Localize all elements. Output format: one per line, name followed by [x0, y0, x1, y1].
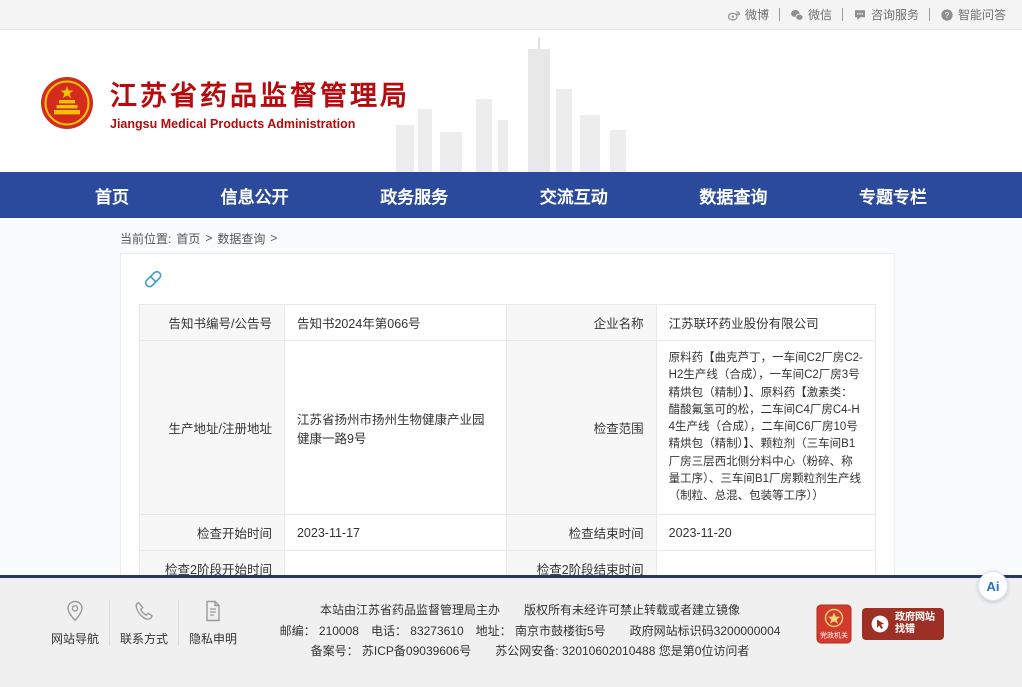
address-label: 生产地址/注册地址 [140, 341, 285, 515]
breadcrumb-home-link[interactable]: 首页 [176, 230, 200, 247]
inspection-end-label: 检查结束时间 [506, 515, 656, 551]
nav-item-home[interactable]: 首页 [95, 183, 129, 208]
error-report-text: 政府网站 找错 [895, 612, 935, 637]
main-nav: 首页 信息公开 政务服务 交流互动 数据查询 专题专栏 [0, 172, 1022, 218]
nav-item-special-topics[interactable]: 专题专栏 [859, 183, 927, 208]
smart-qa-link[interactable]: ? 智能问答 [940, 6, 1006, 23]
consult-service-label: 咨询服务 [871, 6, 919, 23]
smart-qa-icon: ? [940, 8, 954, 22]
company-name-value: 江苏联环药业股份有限公司 [656, 305, 875, 341]
topbar: 微博 微信 咨询服务 ? 智能问答 [0, 0, 1022, 30]
inspection-scope-value: 原料药【曲克芦丁，一车间C2厂房C2-H2生产线（合成），一车间C2厂房3号精烘… [656, 341, 875, 515]
capsule-icon [141, 267, 165, 291]
footer-line-icp: 备案号： 苏ICP备09039606号 苏公网安备: 3201060201048… [244, 641, 816, 662]
breadcrumb: 当前位置: 首页 > 数据查询 > [120, 226, 1022, 250]
nav-item-gov-services[interactable]: 政务服务 [380, 183, 448, 208]
agency-emblem-logo [40, 76, 94, 130]
site-footer: 网站导航 联系方式 隐私申明 本站由江苏省药品监督管理局主办 版权所有未经许可禁… [0, 575, 1022, 687]
brand-text: 江苏省药品监督管理局 Jiangsu Medical Products Admi… [110, 74, 410, 131]
inspection-scope-label: 检查范围 [506, 341, 656, 515]
weibo-label: 微博 [745, 6, 769, 23]
address-value: 江苏省扬州市扬州生物健康产业园健康一路9号 [284, 341, 506, 515]
ai-assistant-button[interactable]: Ai [978, 571, 1008, 601]
inspection-start-value: 2023-11-17 [284, 515, 506, 551]
nav-item-info-disclosure[interactable]: 信息公开 [221, 183, 289, 208]
footer-line-host: 本站由江苏省药品监督管理局主办 版权所有未经许可禁止转载或者建立镜像 [244, 600, 816, 621]
phone-icon [131, 598, 157, 624]
page: 微博 微信 咨询服务 ? 智能问答 [0, 0, 1022, 687]
site-error-report-badge[interactable]: 政府网站 找错 [862, 608, 944, 640]
nav-item-data-query[interactable]: 数据查询 [699, 183, 767, 208]
breadcrumb-data-query-link[interactable]: 数据查询 [217, 230, 265, 247]
smart-qa-label: 智能问答 [958, 6, 1006, 23]
site-map-link[interactable]: 网站导航 [44, 598, 106, 647]
topbar-divider [842, 8, 843, 21]
site-header: 江苏省药品监督管理局 Jiangsu Medical Products Admi… [0, 30, 1022, 172]
footer-line-contact: 邮编： 210008 电话： 83273610 地址： 南京市鼓楼街5号 政府网… [244, 621, 816, 642]
nav-item-interaction[interactable]: 交流互动 [540, 183, 608, 208]
breadcrumb-separator: > [205, 231, 212, 245]
topbar-divider [779, 8, 780, 21]
table-row: 生产地址/注册地址 江苏省扬州市扬州生物健康产业园健康一路9号 检查范围 原料药… [140, 341, 876, 515]
wechat-label: 微信 [808, 6, 832, 23]
table-row: 检查开始时间 2023-11-17 检查结束时间 2023-11-20 [140, 515, 876, 551]
footer-quick-links: 网站导航 联系方式 隐私申明 [44, 598, 244, 647]
breadcrumb-separator: > [270, 231, 277, 245]
contact-link[interactable]: 联系方式 [113, 598, 175, 647]
wechat-icon [790, 8, 804, 22]
inspection-start-label: 检查开始时间 [140, 515, 285, 551]
footer-info: 本站由江苏省药品监督管理局主办 版权所有未经许可禁止转载或者建立镜像 邮编： 2… [244, 598, 816, 662]
site-title: 江苏省药品监督管理局 [110, 74, 410, 113]
wechat-link[interactable]: 微信 [790, 6, 832, 23]
error-report-icon [871, 615, 889, 633]
footer-divider [178, 600, 179, 646]
company-name-label: 企业名称 [506, 305, 656, 341]
footer-divider [109, 600, 110, 646]
document-icon [200, 598, 226, 624]
notice-number-label: 告知书编号/公告号 [140, 305, 285, 341]
location-pin-icon [62, 598, 88, 624]
error-report-line1: 政府网站 [895, 612, 935, 625]
weibo-link[interactable]: 微博 [727, 6, 769, 23]
error-report-line2: 找错 [895, 624, 935, 637]
weibo-icon [727, 8, 741, 22]
consult-icon [853, 8, 867, 22]
site-subtitle: Jiangsu Medical Products Administration [110, 117, 410, 131]
site-map-label: 网站导航 [51, 630, 99, 647]
privacy-link[interactable]: 隐私申明 [182, 598, 244, 647]
svg-text:?: ? [945, 10, 950, 19]
brand: 江苏省药品监督管理局 Jiangsu Medical Products Admi… [40, 74, 410, 131]
inspection-end-value: 2023-11-20 [656, 515, 875, 551]
table-row: 告知书编号/公告号 告知书2024年第066号 企业名称 江苏联环药业股份有限公… [140, 305, 876, 341]
main-content: 当前位置: 首页 > 数据查询 > 告知书编号/公告号 告知书2024年第066… [0, 218, 1022, 575]
party-gov-badge-label: 党政机关 [820, 631, 848, 640]
breadcrumb-prefix: 当前位置: [120, 230, 171, 247]
privacy-label: 隐私申明 [189, 630, 237, 647]
consult-service-link[interactable]: 咨询服务 [853, 6, 919, 23]
party-gov-badge[interactable]: 党政机关 [816, 604, 852, 644]
topbar-divider [929, 8, 930, 21]
contact-label: 联系方式 [120, 630, 168, 647]
footer-badges: 党政机关 政府网站 找错 [816, 598, 944, 644]
skyline-watermark-graphic [388, 37, 648, 172]
notice-number-value: 告知书2024年第066号 [284, 305, 506, 341]
